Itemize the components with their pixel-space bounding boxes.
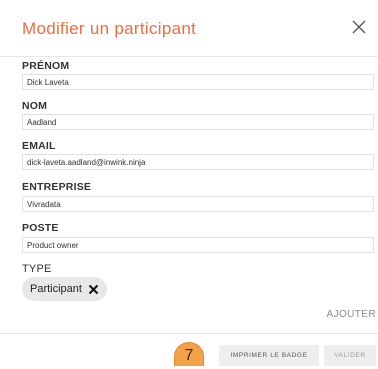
type-chip-label: Participant bbox=[30, 283, 82, 295]
company-field[interactable]: Vivradata bbox=[22, 196, 374, 212]
last-name-field[interactable]: Aadland bbox=[22, 114, 374, 130]
type-chip: Participant bbox=[22, 277, 107, 301]
edit-participant-modal: Modifier un participant PRÉNOM Dick Lave… bbox=[0, 0, 378, 366]
close-icon[interactable] bbox=[351, 19, 367, 35]
last-name-label: NOM bbox=[22, 100, 48, 112]
position-label: POSTE bbox=[22, 222, 59, 234]
print-badge-button[interactable]: IMPRIMER LE BADGE bbox=[219, 345, 319, 366]
first-name-field[interactable]: Dick Laveta bbox=[22, 74, 374, 90]
modal-title: Modifier un participant bbox=[22, 19, 197, 38]
position-field[interactable]: Product owner bbox=[22, 237, 374, 253]
modal-header: Modifier un participant bbox=[0, 0, 378, 57]
first-name-label: PRÉNOM bbox=[22, 60, 70, 72]
step-number-badge: 7 bbox=[174, 342, 204, 366]
validate-button[interactable]: VALIDER bbox=[324, 345, 376, 366]
add-type-button[interactable]: AJOUTER bbox=[327, 309, 376, 320]
footer-divider bbox=[0, 333, 378, 334]
company-label: ENTREPRISE bbox=[22, 181, 92, 193]
close-icon[interactable] bbox=[88, 284, 99, 295]
email-field[interactable]: dick-laveta.aadland@inwink.ninja bbox=[22, 154, 374, 170]
type-label: TYPE bbox=[22, 263, 52, 275]
email-label: EMAIL bbox=[22, 140, 56, 152]
